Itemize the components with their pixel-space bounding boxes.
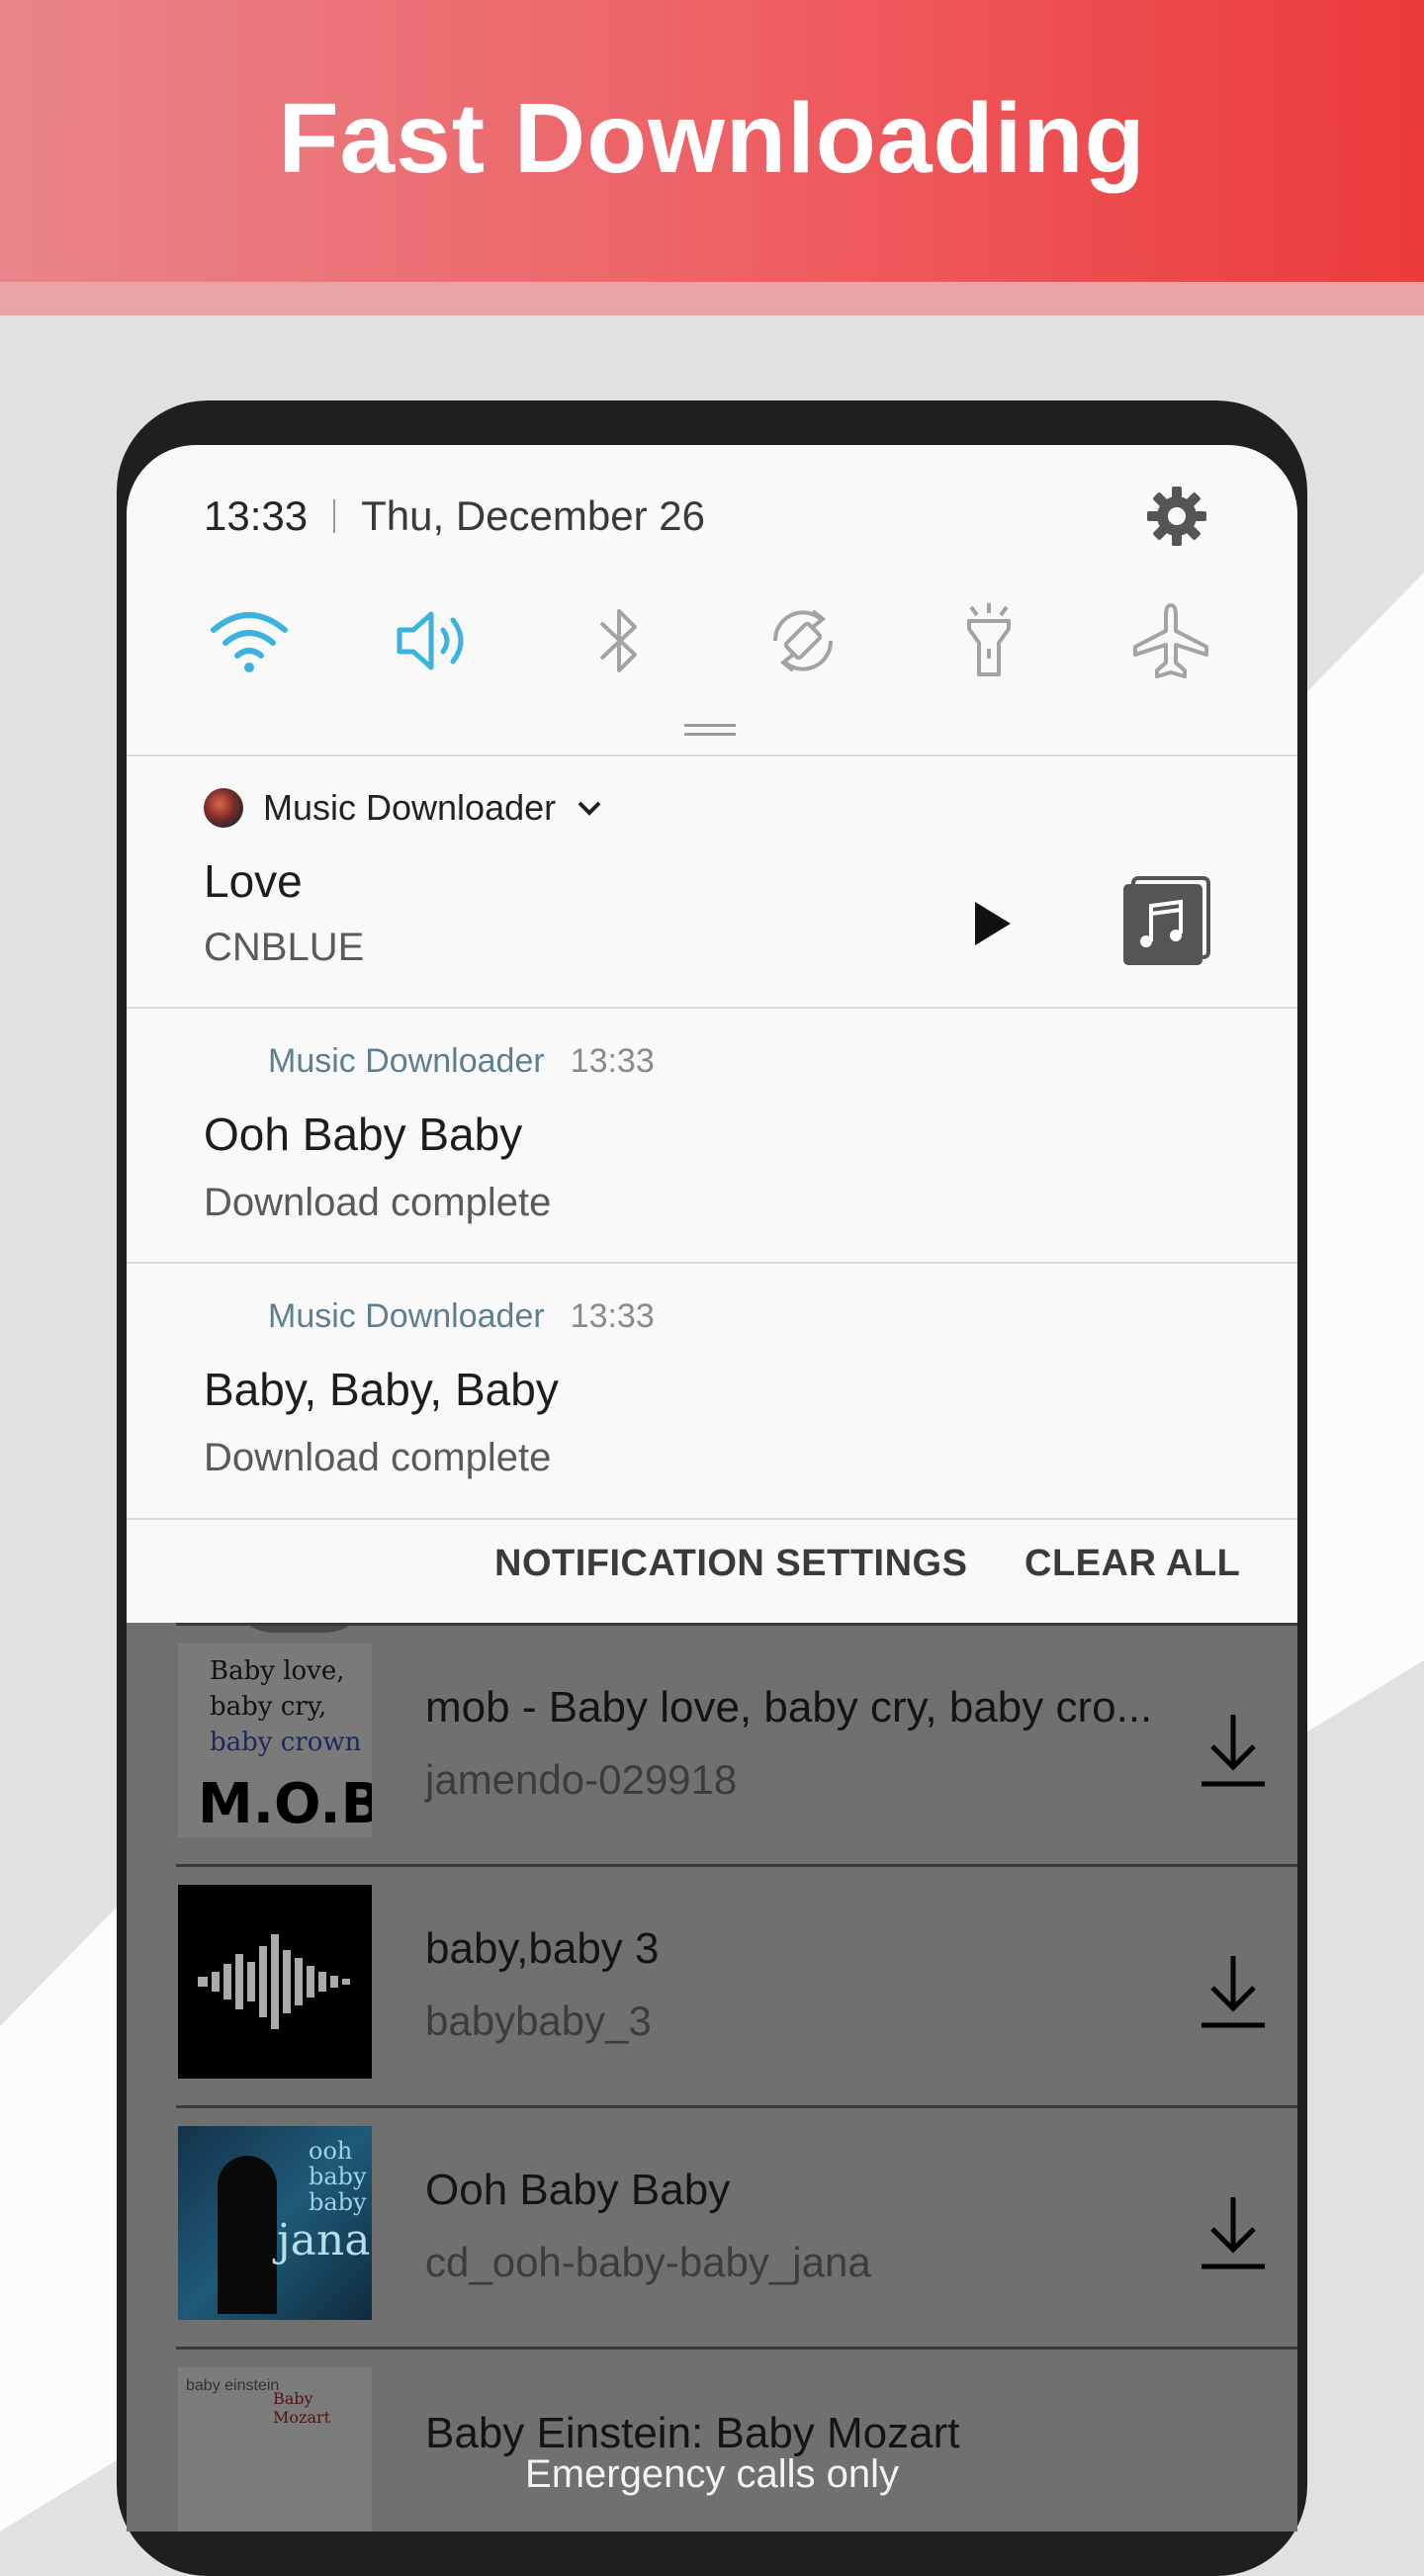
thumb-text: baby einstein bbox=[186, 2377, 280, 2394]
song-subtitle: babybaby_3 bbox=[425, 1998, 652, 2044]
banner-title: Fast Downloading bbox=[278, 83, 1146, 194]
notification-header: Music Downloader 13:33 bbox=[268, 1297, 655, 1336]
notification-title: Baby, Baby, Baby bbox=[204, 1364, 559, 1415]
status-bar: 13:33 Thu, December 26 bbox=[204, 492, 705, 540]
flashlight-icon[interactable] bbox=[943, 595, 1034, 686]
thumb-text: baby bbox=[309, 2188, 367, 2216]
chevron-down-icon[interactable] bbox=[576, 798, 603, 818]
song-thumbnail: baby einstein Baby Mozart bbox=[178, 2367, 372, 2532]
notification-shade: 13:33 Thu, December 26 Music Downloader … bbox=[127, 445, 1297, 1623]
song-title: Ooh Baby Baby bbox=[425, 2166, 731, 2214]
thumb-text: ooh bbox=[309, 2137, 353, 2165]
thumb-text: baby cry, bbox=[210, 1692, 327, 1722]
song-row[interactable]: Baby love, baby cry, baby crown M.O.B mo… bbox=[176, 1623, 1297, 1867]
divider bbox=[127, 1007, 1297, 1009]
song-subtitle: jamendo-029918 bbox=[425, 1756, 738, 1803]
sound-icon[interactable] bbox=[390, 595, 481, 686]
thumb-logo: M.O.B bbox=[198, 1772, 372, 1836]
bluetooth-icon[interactable] bbox=[574, 595, 665, 686]
thumb-text: baby bbox=[309, 2163, 367, 2190]
notification-settings-button[interactable]: NOTIFICATION SETTINGS bbox=[494, 1543, 967, 1585]
promo-banner: Fast Downloading bbox=[0, 0, 1424, 282]
phone-screen: Baby love, baby cry, baby crown M.O.B mo… bbox=[127, 445, 1297, 2532]
wifi-icon[interactable] bbox=[204, 595, 295, 686]
divider bbox=[127, 1262, 1297, 1264]
waveform-art bbox=[198, 1934, 350, 2029]
song-title: mob - Baby love, baby cry, baby cro... bbox=[425, 1683, 1153, 1732]
song-title: Baby Einstein: Baby Mozart bbox=[425, 2409, 960, 2457]
airplane-mode-icon[interactable] bbox=[1125, 595, 1216, 686]
app-name: Music Downloader bbox=[268, 1042, 545, 1080]
song-row[interactable]: baby,baby 3 babybaby_3 bbox=[176, 1864, 1297, 2108]
album-art-icon bbox=[1123, 876, 1210, 965]
thumb-text: Baby Mozart bbox=[273, 2389, 331, 2427]
thumb-figure bbox=[218, 2156, 277, 2314]
divider bbox=[127, 1518, 1297, 1520]
song-title: baby,baby 3 bbox=[425, 1924, 660, 1973]
media-title: Love bbox=[204, 855, 303, 907]
app-icon bbox=[204, 788, 243, 828]
media-artist: CNBLUE bbox=[204, 926, 365, 969]
clear-all-button[interactable]: CLEAR ALL bbox=[1024, 1543, 1240, 1585]
banner-strip bbox=[0, 282, 1424, 315]
auto-rotate-icon[interactable] bbox=[757, 595, 848, 686]
notification-time: 13:33 bbox=[570, 1042, 655, 1080]
status-separator bbox=[333, 499, 336, 533]
app-name: Music Downloader bbox=[268, 1297, 545, 1335]
song-row[interactable]: ooh baby baby jana Ooh Baby Baby cd_ooh-… bbox=[176, 2105, 1297, 2350]
song-thumbnail: Baby love, baby cry, baby crown M.O.B bbox=[178, 1643, 372, 1837]
divider bbox=[127, 755, 1297, 756]
thumb-logo: jana bbox=[277, 2215, 371, 2265]
status-time: 13:33 bbox=[204, 492, 309, 539]
song-thumbnail bbox=[178, 1885, 372, 2079]
settings-gear-icon[interactable] bbox=[1145, 485, 1208, 548]
download-icon[interactable] bbox=[1199, 1952, 1268, 2031]
notification-text: Download complete bbox=[204, 1181, 552, 1224]
song-subtitle: cd_ooh-baby-baby_jana bbox=[425, 2239, 871, 2285]
notification-title: Ooh Baby Baby bbox=[204, 1109, 523, 1160]
status-date: Thu, December 26 bbox=[361, 492, 705, 539]
thumb-text: baby crown bbox=[210, 1728, 362, 1757]
song-row[interactable]: baby einstein Baby Mozart Baby Einstein:… bbox=[176, 2347, 1297, 2532]
play-icon[interactable] bbox=[965, 898, 1017, 949]
media-app-header[interactable]: Music Downloader bbox=[204, 787, 603, 829]
download-icon[interactable] bbox=[1199, 1711, 1268, 1790]
notification-time: 13:33 bbox=[570, 1297, 655, 1335]
notification-text: Download complete bbox=[204, 1436, 552, 1479]
thumb-text: Baby love, bbox=[210, 1656, 345, 1686]
app-name: Music Downloader bbox=[263, 787, 557, 828]
emergency-calls-label: Emergency calls only bbox=[525, 2452, 899, 2496]
download-icon[interactable] bbox=[1199, 2193, 1268, 2272]
shade-drag-handle[interactable] bbox=[684, 724, 736, 736]
song-thumbnail: ooh baby baby jana bbox=[178, 2126, 372, 2320]
notification-header: Music Downloader 13:33 bbox=[268, 1042, 655, 1081]
